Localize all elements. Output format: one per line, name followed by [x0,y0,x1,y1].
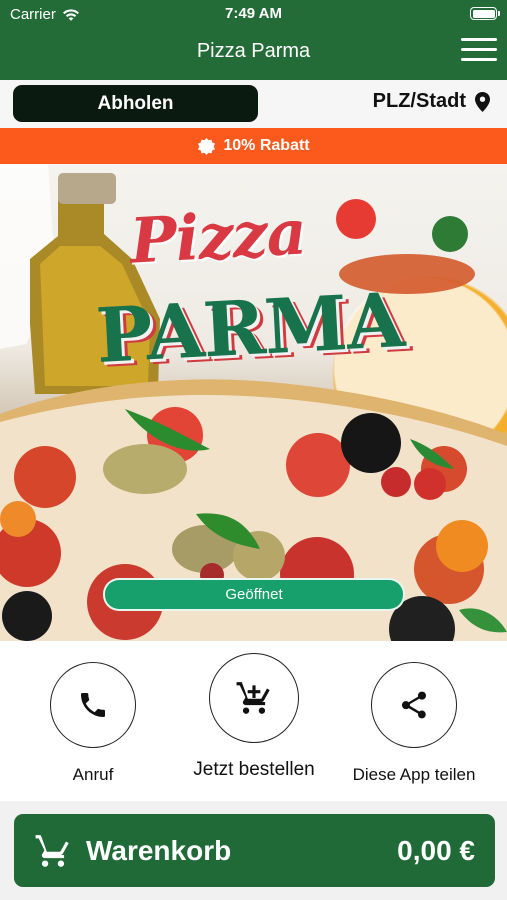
quick-actions: Anruf Jetzt bestellen Diese App teilen [0,641,507,801]
order-circle [209,653,299,743]
discount-badge-icon [198,137,216,155]
status-bar: Carrier 7:49 AM [0,0,507,28]
share-app-button[interactable]: Diese App teilen [334,662,494,785]
call-circle [50,662,136,748]
order-now-button[interactable]: Jetzt bestellen [174,653,334,781]
share-icon [402,691,426,719]
call-label: Anruf [72,765,114,784]
app-header: Carrier 7:49 AM Pizza Parma [0,0,507,80]
delivery-mode-row: Abholen PLZ/Stadt [0,80,507,128]
cart-left: Warenkorb [34,832,231,870]
menu-icon [461,38,497,41]
cart-total: 0,00 € [397,834,475,866]
status-time: 7:49 AM [225,5,282,22]
phone-icon [81,693,105,717]
cart-icon [236,682,270,714]
location-button[interactable]: PLZ/Stadt [373,90,491,113]
location-pin-icon [475,91,490,112]
page-title: Pizza Parma [196,40,311,62]
cart-icon [35,834,69,867]
opening-status: Geöffnet [103,578,405,611]
pickup-button[interactable]: Abholen [13,85,258,122]
menu-button[interactable] [461,38,497,64]
battery-icon [470,7,500,20]
cart-label: Warenkorb [86,834,232,866]
restaurant-hero: Pizza PARMA Geöffnet [0,164,507,641]
share-circle [371,662,457,748]
location-label: PLZ/Stadt [372,90,466,112]
logo-parma: PARMA [93,276,406,380]
discount-text: 10% Rabatt [223,137,310,154]
order-label: Jetzt bestellen [193,759,315,780]
discount-banner: 10% Rabatt [0,128,507,164]
call-button[interactable]: Anruf [13,662,173,785]
app-screen: Carrier 7:49 AM Pizza Parma Abholen PLZ/… [0,0,507,900]
share-label: Diese App teilen [352,765,476,784]
cart-button[interactable]: Warenkorb 0,00 € [14,814,495,887]
logo-pizza: Pizza [128,195,308,278]
